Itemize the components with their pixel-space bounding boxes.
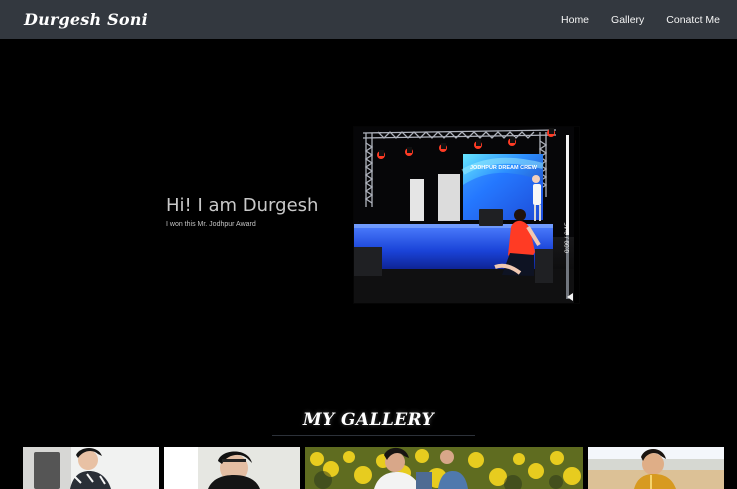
gallery-image-3[interactable] <box>305 447 583 489</box>
stage-banner-text: JODHPUR DREAM CREW <box>470 165 538 171</box>
gallery-image-1[interactable] <box>23 447 159 489</box>
gallery-grid <box>0 447 737 489</box>
stage-screen-mid <box>438 174 460 221</box>
gallery-photo-1 <box>23 447 159 489</box>
award-stage-image: JODHPUR DREAM CREW 0:09 / 0:15 <box>354 127 579 303</box>
stage-screen-left <box>410 179 424 221</box>
gallery-photo-3 <box>305 447 583 489</box>
gallery-photo-2 <box>164 447 300 489</box>
award-video-frame[interactable]: JODHPUR DREAM CREW 0:09 / 0:15 <box>354 127 579 303</box>
hero-title: Hi! I am Durgesh <box>166 195 319 216</box>
gallery-image-2[interactable] <box>164 447 300 489</box>
hero-subtitle: I won this Mr. Jodhpur Award <box>166 221 256 228</box>
video-timer-text: 0:09 / 0:15 <box>564 222 571 253</box>
gallery-image-4[interactable] <box>588 447 724 489</box>
gallery-title: MY GALLERY <box>302 410 435 430</box>
hero-text-block: Hi! I am Durgesh I won this Mr. Jodhpur … <box>166 194 356 230</box>
video-progress-bar <box>566 135 569 235</box>
primary-navigation: Home Gallery Conatct Me <box>561 14 720 26</box>
top-navbar: Durgesh Soni Home Gallery Conatct Me <box>0 0 737 39</box>
site-brand-logo[interactable]: Durgesh Soni <box>24 10 148 29</box>
page-root: Durgesh Soni Home Gallery Conatct Me Hi!… <box>0 0 737 489</box>
gallery-divider <box>272 435 475 436</box>
nav-home-link[interactable]: Home <box>561 14 589 26</box>
nav-contact-link[interactable]: Conatct Me <box>666 14 720 26</box>
nav-gallery-link[interactable]: Gallery <box>611 14 644 26</box>
gallery-photo-4 <box>588 447 724 489</box>
